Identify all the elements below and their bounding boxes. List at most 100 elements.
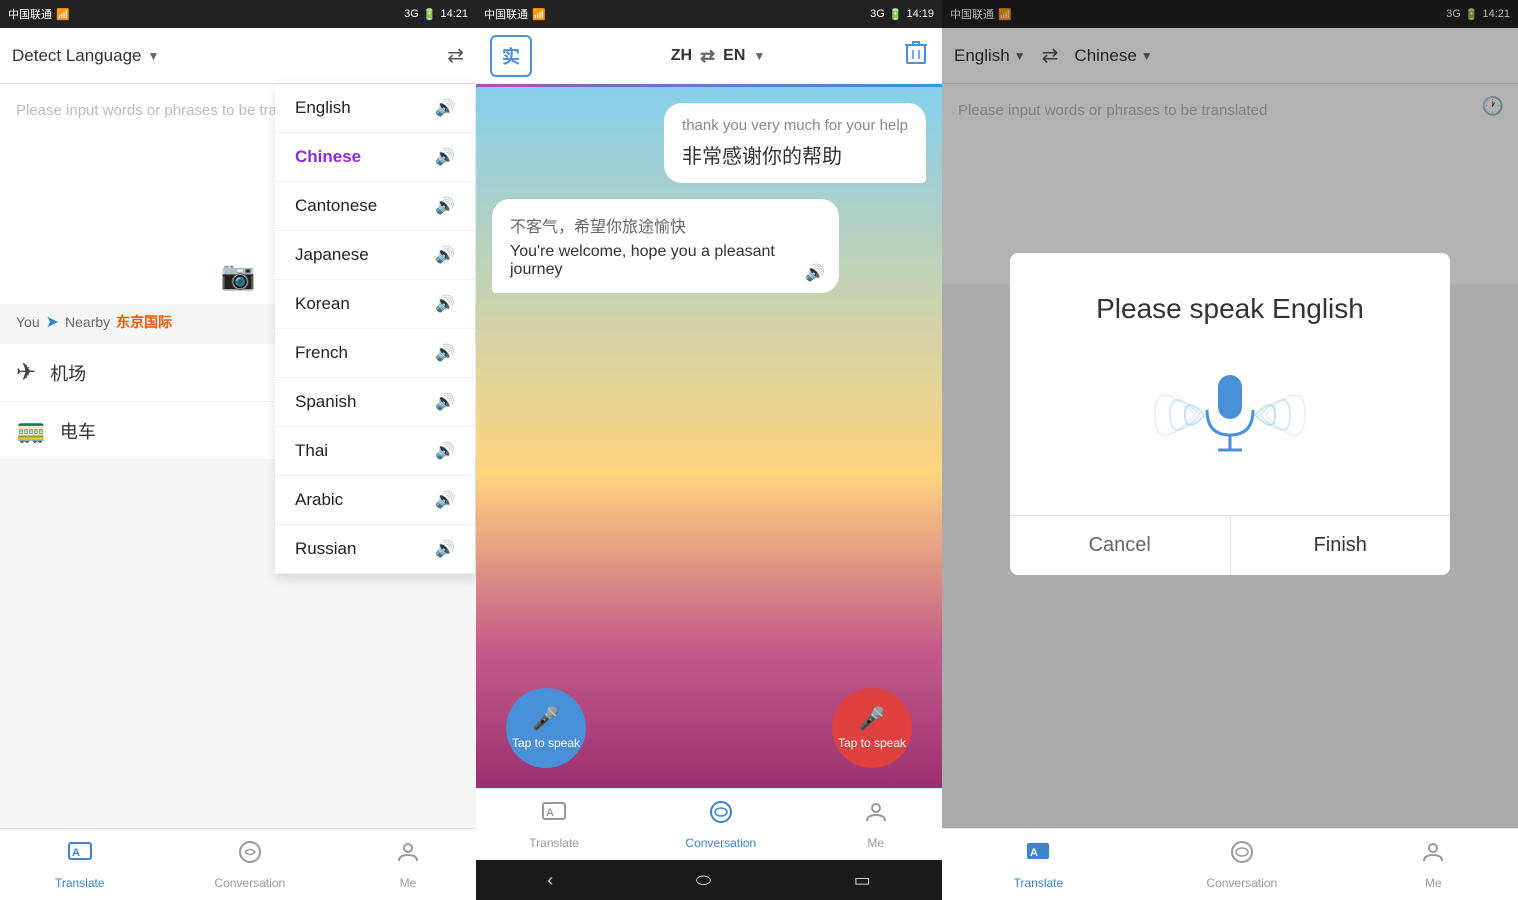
svg-text:A: A [546, 807, 554, 819]
nav-conversation-1[interactable]: Conversation [214, 839, 285, 890]
clear-conversation-btn[interactable] [904, 40, 928, 72]
lang-russian-label: Russian [295, 539, 356, 559]
train-label: 电车 [60, 418, 96, 444]
lang-from-label[interactable]: ZH [671, 47, 692, 65]
nearby-label: Nearby [65, 314, 110, 330]
speak-btn-left[interactable]: 🎤 Tap to speak [506, 688, 586, 768]
nav-translate-label-1: Translate [55, 876, 105, 890]
speak-btn-left-label: Tap to speak [512, 736, 580, 750]
nav-translate-3[interactable]: A Translate [1014, 839, 1064, 890]
speaker-french-icon[interactable]: 🔊 [435, 343, 455, 363]
conversation-nav-icon-1 [237, 839, 263, 872]
lang-pair: ZH ⇄ EN ▼ [671, 46, 766, 67]
carrier-2: 中国联通 [484, 6, 528, 22]
finish-speak-btn[interactable]: Finish [1231, 516, 1451, 575]
nav-translate-1[interactable]: A Translate [55, 839, 105, 890]
speaker-korean-icon[interactable]: 🔊 [435, 294, 455, 314]
camera-icon: 📷 [221, 260, 256, 291]
detect-chevron-icon: ▼ [148, 49, 160, 63]
speak-modal-body: Please speak English [1010, 253, 1450, 515]
bubble-speaker-icon[interactable]: 🔊 [805, 263, 825, 283]
nav-conversation-label-3: Conversation [1206, 876, 1277, 890]
nav-conversation-3[interactable]: Conversation [1206, 839, 1277, 890]
translate-header-1: Detect Language ▼ ⇄ [0, 28, 476, 84]
time-1: 14:21 [440, 8, 468, 20]
conversation-nav-icon-3 [1229, 839, 1255, 872]
lang-to-label[interactable]: EN [723, 47, 745, 65]
lang-option-cantonese[interactable]: Cantonese 🔊 [275, 182, 475, 231]
nav-me-2[interactable]: Me [863, 799, 889, 850]
me-nav-icon-1 [395, 839, 421, 872]
bubble-en-text-1: You're welcome, hope you a pleasant jour… [510, 243, 821, 279]
lang-option-chinese[interactable]: Chinese 🔊 [275, 133, 475, 182]
language-dropdown: English 🔊 Chinese 🔊 Cantonese 🔊 Japanese… [275, 84, 475, 574]
mic-waves-svg [1130, 355, 1330, 475]
lang-option-thai[interactable]: Thai 🔊 [275, 427, 475, 476]
lang-option-arabic[interactable]: Arabic 🔊 [275, 476, 475, 525]
lang-option-russian[interactable]: Russian 🔊 [275, 525, 475, 574]
speak-modal: Please speak English [1010, 253, 1450, 575]
mic-animation-container [1030, 355, 1430, 475]
conversation-nav-icon-2 [708, 799, 734, 832]
battery-icon-2: 🔋 [889, 8, 903, 21]
speaker-thai-icon[interactable]: 🔊 [435, 441, 455, 461]
nav-conversation-2[interactable]: Conversation [685, 799, 756, 850]
nav-me-label-1: Me [400, 876, 417, 890]
speaker-english-icon[interactable]: 🔊 [435, 98, 455, 118]
lang-option-spanish[interactable]: Spanish 🔊 [275, 378, 475, 427]
speaker-russian-icon[interactable]: 🔊 [435, 539, 455, 559]
bottom-nav-1: A Translate Conversation Me [0, 828, 476, 900]
speaker-chinese-icon[interactable]: 🔊 [435, 147, 455, 167]
camera-btn[interactable]: 📷 [221, 259, 256, 292]
chat-bubble-right: thank you very much for your help 非常感谢你的… [664, 103, 926, 183]
swap-language-btn[interactable]: ⇄ [447, 43, 464, 68]
svg-text:A: A [72, 847, 80, 859]
airplane-icon: ✈ [16, 358, 36, 387]
lang-option-french[interactable]: French 🔊 [275, 329, 475, 378]
cancel-speak-btn[interactable]: Cancel [1010, 516, 1231, 575]
home-btn-2[interactable]: ⬭ [696, 870, 711, 891]
recent-btn-2[interactable]: ▭ [854, 870, 871, 891]
speaker-japanese-icon[interactable]: 🔊 [435, 245, 455, 265]
airport-label: 机场 [50, 360, 86, 386]
speak-modal-title: Please speak English [1030, 293, 1430, 325]
detect-language-label: Detect Language [12, 46, 142, 66]
lang-option-english[interactable]: English 🔊 [275, 84, 475, 133]
time-2: 14:19 [906, 8, 934, 20]
lang-option-korean[interactable]: Korean 🔊 [275, 280, 475, 329]
status-left-2: 中国联通 📶 [484, 6, 546, 22]
signal-icon-1: 📶 [56, 8, 70, 21]
detect-language-btn[interactable]: Detect Language ▼ [12, 46, 159, 66]
speaker-arabic-icon[interactable]: 🔊 [435, 490, 455, 510]
lang-chinese-label: Chinese [295, 147, 361, 167]
screen-translate: 中国联通 📶 3G 🔋 14:21 Detect Language ▼ ⇄ Pl… [0, 0, 476, 900]
swap-icon-2[interactable]: ⇄ [700, 46, 715, 67]
nav-conversation-label-2: Conversation [685, 836, 756, 850]
conversation-header: 实 ZH ⇄ EN ▼ [476, 28, 942, 84]
svg-text:A: A [1030, 847, 1038, 859]
speak-btn-right[interactable]: 🎤 Tap to speak [832, 688, 912, 768]
nav-translate-2[interactable]: A Translate [529, 799, 579, 850]
bottom-nav-2: A Translate Conversation Me [476, 788, 942, 860]
lang-japanese-label: Japanese [295, 245, 369, 265]
swap-icon-1: ⇄ [447, 45, 464, 67]
nav-me-3[interactable]: Me [1420, 839, 1446, 890]
nav-conversation-label-1: Conversation [214, 876, 285, 890]
nearby-place[interactable]: 东京国际 [116, 312, 172, 332]
conversation-area: thank you very much for your help 非常感谢你的… [476, 87, 942, 788]
speak-modal-footer: Cancel Finish [1010, 515, 1450, 575]
status-right-1: 3G 🔋 14:21 [404, 8, 468, 21]
speaker-cantonese-icon[interactable]: 🔊 [435, 196, 455, 216]
realtime-btn[interactable]: 实 [490, 35, 532, 77]
navigation-arrow-icon: ➤ [46, 312, 59, 332]
lang-french-label: French [295, 343, 348, 363]
nav-me-label-3: Me [1425, 876, 1442, 890]
nav-me-label-2: Me [867, 836, 884, 850]
lang-option-japanese[interactable]: Japanese 🔊 [275, 231, 475, 280]
screen-translate-speak: 中国联通 📶 3G 🔋 14:21 English ▼ ⇄ Chinese ▼ … [942, 0, 1518, 900]
nav-me-1[interactable]: Me [395, 839, 421, 890]
speaker-spanish-icon[interactable]: 🔊 [435, 392, 455, 412]
screen-conversation: 中国联通 📶 3G 🔋 14:19 实 ZH ⇄ EN ▼ [476, 0, 942, 900]
bubble-zh-text-0: 非常感谢你的帮助 [682, 140, 908, 169]
back-btn-2[interactable]: ‹ [547, 870, 553, 891]
